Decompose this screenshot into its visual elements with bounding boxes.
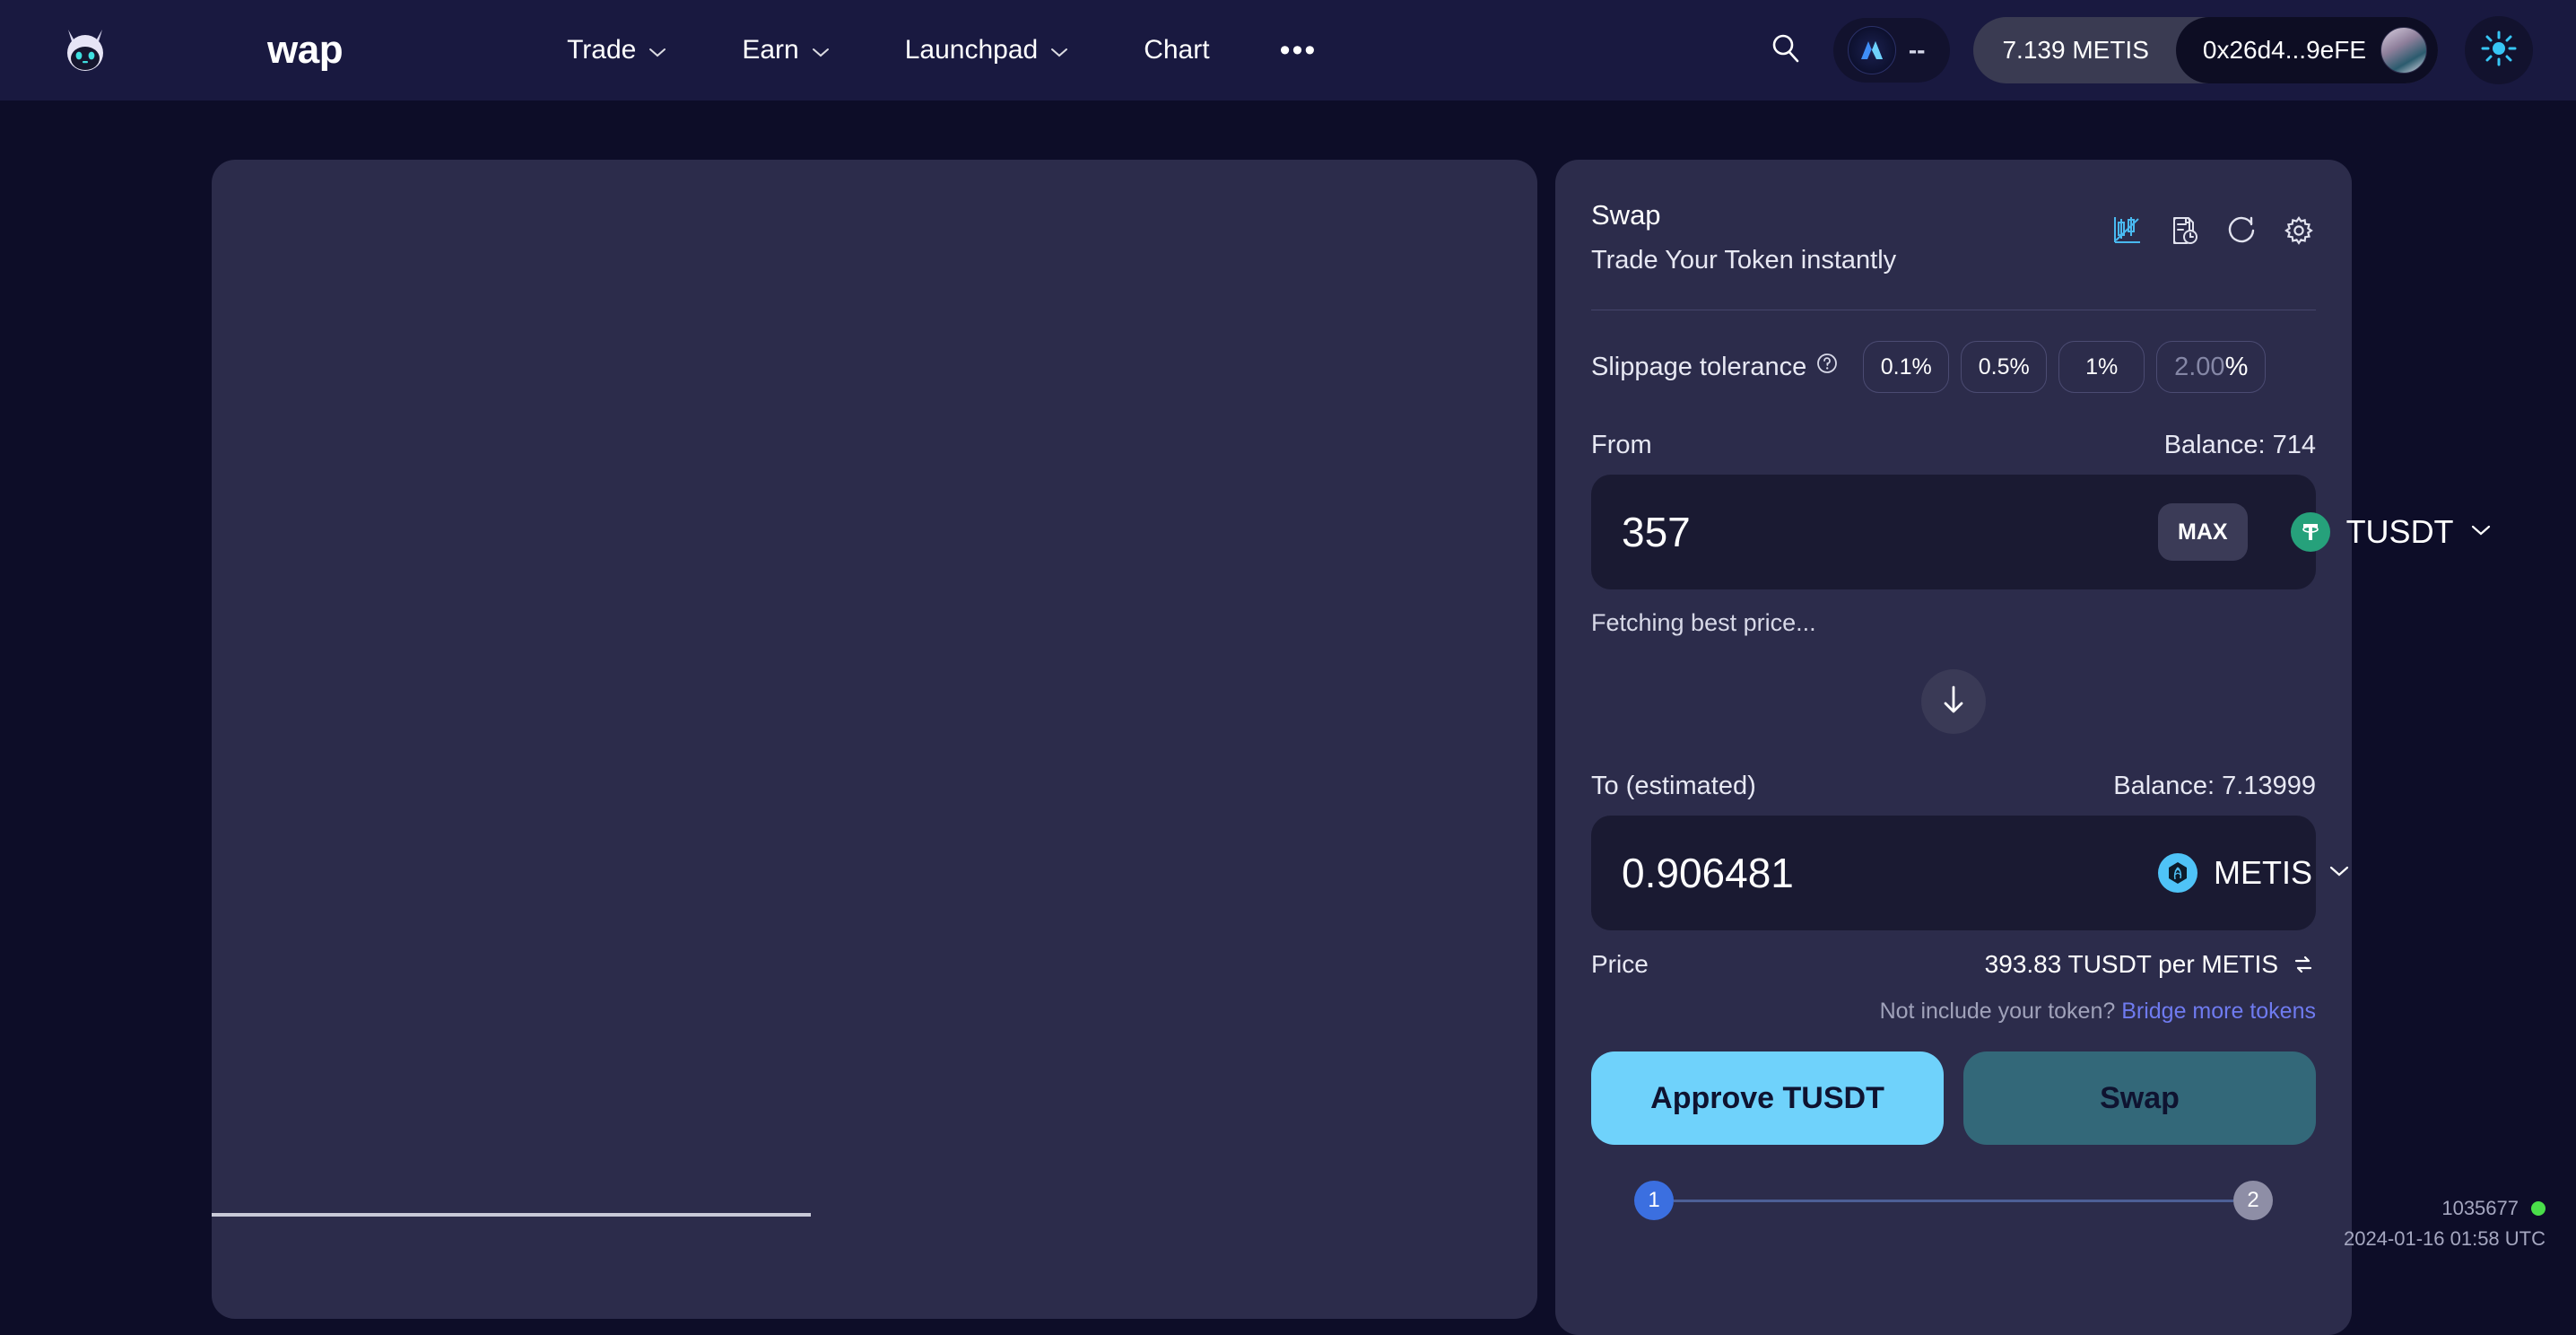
network-value: -- — [1908, 36, 1926, 64]
nav-item-chart[interactable]: Chart — [1106, 26, 1247, 74]
brand[interactable]: wap — [56, 21, 344, 80]
gear-icon[interactable] — [2282, 214, 2316, 248]
price-chart-panel[interactable] — [212, 160, 1537, 1319]
fetching-status: Fetching best price... — [1591, 609, 1816, 636]
chart-icon[interactable] — [2110, 214, 2144, 248]
block-timestamp: 2024-01-16 01:58 UTC — [2343, 1227, 2546, 1250]
slippage-preset-0.5[interactable]: 0.5% — [1961, 341, 2048, 393]
nav-item-earn[interactable]: Earn — [704, 26, 866, 74]
cat-head-logo-icon — [56, 21, 115, 80]
from-balance: Balance: 714 — [2163, 431, 2316, 459]
from-label-row: From Balance: 714 — [1591, 431, 2316, 460]
nav-item-launchpad[interactable]: Launchpad — [867, 26, 1106, 74]
step-1[interactable]: 1 — [1634, 1181, 1674, 1220]
nav-label-earn: Earn — [742, 35, 799, 65]
block-status[interactable]: 1035677 — [2344, 1197, 2546, 1220]
search-icon — [1768, 31, 1804, 71]
to-label: To (estimated) — [1591, 772, 1756, 800]
swap-subtitle: Trade Your Token instantly — [1591, 246, 1897, 275]
swap-panel: Swap Trade Your Token instantly Slippage… — [1555, 160, 2490, 1335]
swap-title: Swap — [1591, 199, 1661, 231]
switch-direction-wrap — [1591, 669, 2316, 734]
step-2[interactable]: 2 — [2233, 1181, 2273, 1220]
wallet-balance: 7.139 METIS — [2002, 36, 2149, 64]
history-clock-icon[interactable] — [2224, 214, 2258, 248]
bridge-more-tokens-link[interactable]: Bridge more tokens — [2121, 999, 2316, 1024]
switch-direction-button[interactable] — [1921, 669, 1986, 734]
slippage-label: Slippage tolerance — [1591, 352, 1807, 381]
block-number: 1035677 — [2441, 1197, 2519, 1219]
from-amount-input[interactable] — [1622, 508, 2158, 556]
from-token-symbol: TUSDT — [2345, 513, 2454, 550]
from-token-selector[interactable]: TUSDT — [2290, 512, 2492, 552]
slippage-row: Slippage tolerance 0.1% 0.5% 1% 2.00 % — [1591, 341, 2316, 393]
step-connector — [1674, 1199, 2233, 1202]
from-token-box: MAX TUSDT — [1591, 475, 2490, 589]
network-selector[interactable]: -- — [1832, 18, 1951, 83]
swap-direction-icon[interactable] — [2291, 952, 2316, 977]
price-value: 393.83 TUSDT per METIS — [1984, 950, 2278, 978]
price-row: Price 393.83 TUSDT per METIS — [1591, 950, 2316, 979]
to-amount-input[interactable] — [1622, 849, 2158, 897]
chevron-down-icon — [2470, 524, 2492, 541]
nav-item-trade[interactable]: Trade — [529, 26, 704, 74]
chevron-down-icon — [1050, 35, 1068, 65]
metis-icon — [2158, 853, 2197, 893]
bridge-prompt: Not include your token? — [1879, 999, 2116, 1024]
wallet-button[interactable]: 7.139 METIS 0x26d4...9eFE — [1973, 17, 2438, 83]
to-token-selector[interactable]: METIS — [2158, 853, 2350, 893]
slippage-custom-input[interactable]: 2.00 % — [2156, 341, 2267, 393]
header-right-cluster: -- 7.139 METIS 0x26d4...9eFE — [1758, 16, 2533, 84]
wallet-address-pill[interactable]: 0x26d4...9eFE — [2175, 17, 2438, 83]
swap-header: Swap Trade Your Token instantly — [1591, 199, 2316, 275]
main-content: Swap Trade Your Token instantly Slippage… — [0, 100, 2576, 1335]
swap-header-text: Swap Trade Your Token instantly — [1591, 199, 1896, 275]
swap-stepper: 1 2 — [1591, 1181, 2316, 1220]
avatar — [2380, 27, 2427, 74]
from-label: From — [1591, 431, 1652, 459]
price-label: Price — [1591, 950, 1649, 978]
tether-icon — [2290, 512, 2330, 552]
to-token-symbol: METIS — [2214, 854, 2313, 891]
chevron-down-icon — [812, 35, 830, 65]
price-value-group: 393.83 TUSDT per METIS — [1985, 950, 2316, 979]
slippage-preset-1[interactable]: 1% — [2058, 341, 2145, 393]
sun-icon — [2479, 29, 2519, 73]
nav-label-chart: Chart — [1144, 35, 1210, 65]
swap-tool-icons — [2110, 214, 2316, 248]
metis-network-icon — [1847, 26, 1896, 74]
slippage-custom-value: 2.00 — [2174, 352, 2225, 381]
max-button[interactable]: MAX — [2158, 503, 2248, 561]
action-buttons: Approve TUSDT Swap — [1591, 1051, 2316, 1145]
question-mark-icon[interactable] — [1815, 352, 1839, 382]
brand-wordmark: wap — [267, 28, 344, 72]
nav-label-launchpad: Launchpad — [904, 35, 1039, 65]
to-balance: Balance: 7.13999 — [2113, 772, 2316, 800]
to-label-row: To (estimated) Balance: 7.13999 — [1591, 772, 2316, 801]
slippage-percent-suffix: % — [2224, 352, 2249, 381]
swap-button[interactable]: Swap — [1963, 1051, 2316, 1145]
search-button[interactable] — [1758, 22, 1814, 78]
app-header: wap Trade Earn Launchpad Chart ••• -- 7.… — [0, 0, 2576, 100]
arrow-down-icon — [1938, 683, 1969, 721]
slippage-preset-0.1[interactable]: 0.1% — [1863, 341, 1950, 393]
chart-plot-area — [212, 1213, 811, 1217]
nav-label-trade: Trade — [567, 35, 637, 65]
chevron-down-icon — [648, 35, 666, 65]
bridge-row: Not include your token? Bridge more toke… — [1591, 999, 2316, 1025]
theme-toggle-button[interactable] — [2465, 16, 2533, 84]
status-footer: 1035677 2024-01-16 01:58 UTC — [2344, 1197, 2546, 1251]
online-dot-icon — [2531, 1201, 2546, 1216]
wallet-address-text: 0x26d4...9eFE — [2202, 36, 2366, 64]
to-token-box: METIS — [1591, 816, 2349, 930]
document-clock-icon[interactable] — [2167, 214, 2201, 248]
chevron-down-icon — [2328, 865, 2350, 882]
approve-button[interactable]: Approve TUSDT — [1591, 1051, 1944, 1145]
main-nav: Trade Earn Launchpad Chart ••• — [529, 26, 1349, 74]
slippage-label-group: Slippage tolerance — [1591, 352, 1839, 382]
nav-more-button[interactable]: ••• — [1248, 34, 1350, 67]
